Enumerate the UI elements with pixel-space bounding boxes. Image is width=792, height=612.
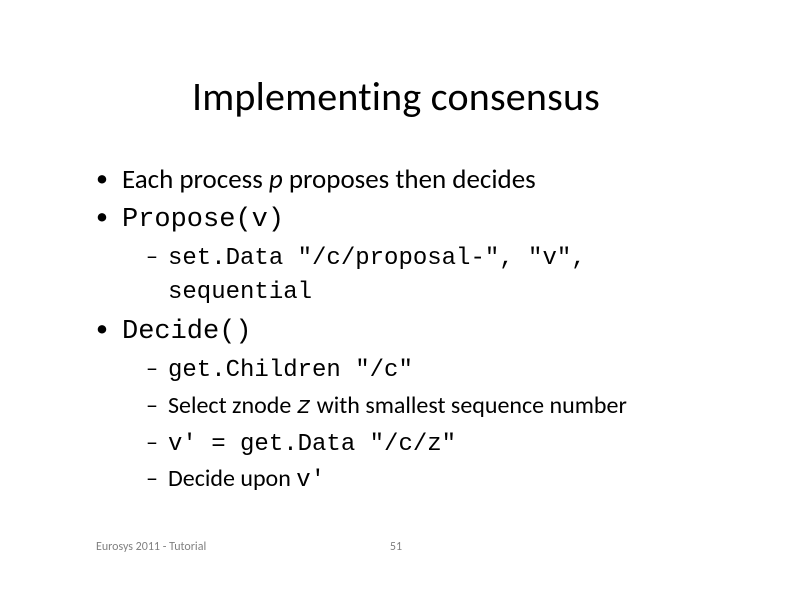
code-vprime-eq: v' = get.Data "/c/z" — [168, 431, 456, 458]
bullet-select-znode: Select znode z with smallest sequence nu… — [146, 390, 732, 424]
code-decide: Decide() — [122, 317, 252, 347]
text-select-suffix: with smallest sequence number — [311, 391, 627, 420]
bullet-decide-upon: Decide upon v' — [146, 463, 732, 497]
text-decide-upon-prefix: Decide upon — [168, 464, 296, 493]
bullet-decide: Decide() get.Children "/c" Select znode … — [96, 312, 732, 497]
bullet-setdata: set.Data "/c/proposal-", "v", sequential — [146, 241, 732, 308]
bullet-getchildren: get.Children "/c" — [146, 353, 732, 387]
slide: Implementing consensus Each process p pr… — [0, 0, 792, 612]
code-setdata: set.Data "/c/proposal-", "v", sequential — [168, 245, 586, 306]
text-p-italic: p — [269, 163, 283, 196]
text-prefix: Each process — [122, 163, 269, 196]
bullet-list-level2-propose: set.Data "/c/proposal-", "v", sequential — [146, 241, 732, 308]
bullet-vprime-eq: v' = get.Data "/c/z" — [146, 427, 732, 461]
footer-page-number: 51 — [0, 540, 792, 554]
code-vprime: v' — [296, 467, 325, 494]
slide-body: Each process p proposes then decides Pro… — [96, 162, 732, 500]
bullet-list-level2-decide: get.Children "/c" Select znode z with sm… — [146, 353, 732, 497]
bullet-propose: Propose(v) set.Data "/c/proposal-", "v",… — [96, 200, 732, 309]
code-getchildren: get.Children "/c" — [168, 357, 413, 384]
code-propose: Propose(v) — [122, 205, 284, 235]
text-select-prefix: Select znode — [168, 391, 297, 420]
slide-title: Implementing consensus — [0, 72, 792, 121]
code-z: z — [297, 394, 311, 421]
bullet-each-process: Each process p proposes then decides — [96, 162, 732, 198]
text-suffix: proposes then decides — [283, 163, 536, 196]
bullet-list-level1: Each process p proposes then decides Pro… — [96, 162, 732, 497]
